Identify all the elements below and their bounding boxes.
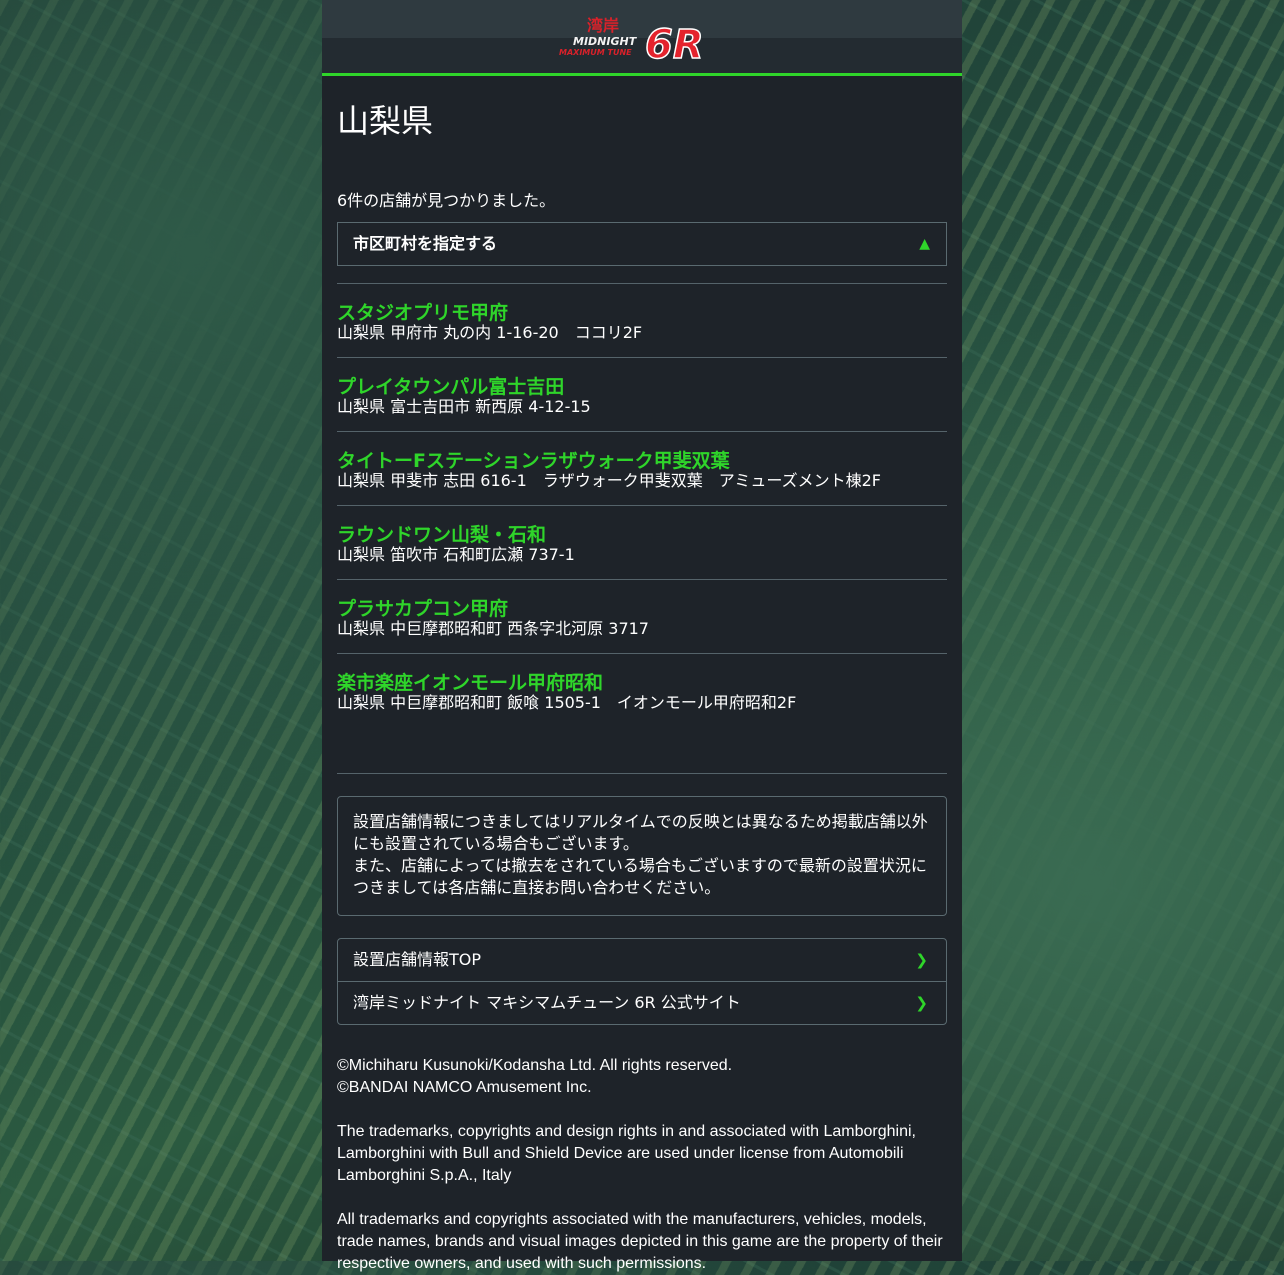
lamborghini-notice: The trademarks, copyrights and design ri… xyxy=(337,1123,916,1184)
logo-mark: 6R xyxy=(645,22,704,62)
store-name-link[interactable]: ラウンドワン山梨・石和 xyxy=(337,506,947,546)
filter-label: 市区町村を指定する xyxy=(353,234,498,253)
list-item: タイトーFステーションラザウォーク甲斐双葉 山梨県 甲斐市 志田 616-1 ラ… xyxy=(337,431,947,505)
store-address: 山梨県 富士吉田市 新西原 4-12-15 xyxy=(337,397,591,416)
copyright-bandai: ©BANDAI NAMCO Amusement Inc. xyxy=(337,1079,592,1096)
list-item: 楽市楽座イオンモール甲府昭和 山梨県 中巨摩郡昭和町 飯喰 1505-1 イオン… xyxy=(337,653,947,727)
store-name-link[interactable]: 楽市楽座イオンモール甲府昭和 xyxy=(337,654,947,694)
result-count: 6件の店舗が見つかりました。 xyxy=(337,191,556,210)
list-item: スタジオプリモ甲府 山梨県 甲府市 丸の内 1-16-20 ココリ2F xyxy=(337,283,947,357)
store-address: 山梨県 甲府市 丸の内 1-16-20 ココリ2F xyxy=(337,323,643,342)
link-label: 湾岸ミッドナイト マキシマムチューン 6R 公式サイト xyxy=(353,993,741,1012)
notice-line-2: また、店舗によっては撤去をされている場合もございますので最新の設置状況につきまし… xyxy=(353,856,927,897)
trademarks-notice: All trademarks and copyrights associated… xyxy=(337,1211,943,1272)
store-address: 山梨県 笛吹市 石和町広瀬 737-1 xyxy=(337,545,575,564)
logo-text-top: 湾岸 xyxy=(587,16,619,35)
store-name-link[interactable]: プレイタウンパル富士吉田 xyxy=(337,358,947,398)
chevron-right-icon: ❯ xyxy=(915,951,928,969)
footer: ©Michiharu Kusunoki/Kodansha Ltd. All ri… xyxy=(337,1055,947,1275)
chevron-up-icon: ▲ xyxy=(919,236,930,252)
store-name-link[interactable]: タイトーFステーションラザウォーク甲斐双葉 xyxy=(337,432,947,472)
store-address: 山梨県 甲斐市 志田 616-1 ラザウォーク甲斐双葉 アミューズメント棟2F xyxy=(337,471,882,490)
chevron-right-icon: ❯ xyxy=(915,994,928,1012)
notice-line-1: 設置店舗情報につきましてはリアルタイムでの反映とは異なるため掲載店舗以外にも設置… xyxy=(353,812,928,853)
store-name-link[interactable]: スタジオプリモ甲府 xyxy=(337,284,947,324)
list-item: プラサカプコン甲府 山梨県 中巨摩郡昭和町 西条字北河原 3717 xyxy=(337,579,947,653)
link-label: 設置店舗情報TOP xyxy=(353,950,482,969)
store-address: 山梨県 中巨摩郡昭和町 西条字北河原 3717 xyxy=(337,619,649,638)
main-panel: 湾岸 MIDNIGHT MAXIMUM TUNE 6R 山梨県 6件の店舗が見つ… xyxy=(322,0,962,1272)
store-name-link[interactable]: プラサカプコン甲府 xyxy=(337,580,947,620)
logo-text-bottom: MAXIMUM TUNE xyxy=(559,48,632,57)
divider xyxy=(337,773,947,774)
site-header: 湾岸 MIDNIGHT MAXIMUM TUNE 6R xyxy=(322,0,962,76)
municipality-filter-toggle[interactable]: 市区町村を指定する ▲ xyxy=(337,222,947,266)
official-site-link[interactable]: 湾岸ミッドナイト マキシマムチューン 6R 公式サイト ❯ xyxy=(338,981,946,1024)
copyright-kodansha: ©Michiharu Kusunoki/Kodansha Ltd. All ri… xyxy=(337,1057,733,1074)
store-list: スタジオプリモ甲府 山梨県 甲府市 丸の内 1-16-20 ココリ2F プレイタ… xyxy=(337,283,947,727)
store-address: 山梨県 中巨摩郡昭和町 飯喰 1505-1 イオンモール甲府昭和2F xyxy=(337,693,797,712)
page-title: 山梨県 xyxy=(337,102,434,140)
link-list: 設置店舗情報TOP ❯ 湾岸ミッドナイト マキシマムチューン 6R 公式サイト … xyxy=(337,938,947,1025)
list-item: ラウンドワン山梨・石和 山梨県 笛吹市 石和町広瀬 737-1 xyxy=(337,505,947,579)
logo-text-mid: MIDNIGHT xyxy=(573,35,638,48)
list-item: プレイタウンパル富士吉田 山梨県 富士吉田市 新西原 4-12-15 xyxy=(337,357,947,431)
wangan-midnight-6r-logo[interactable]: 湾岸 MIDNIGHT MAXIMUM TUNE 6R xyxy=(557,14,729,62)
store-info-top-link[interactable]: 設置店舗情報TOP ❯ xyxy=(338,939,946,981)
notice-box: 設置店舗情報につきましてはリアルタイムでの反映とは異なるため掲載店舗以外にも設置… xyxy=(337,796,947,916)
